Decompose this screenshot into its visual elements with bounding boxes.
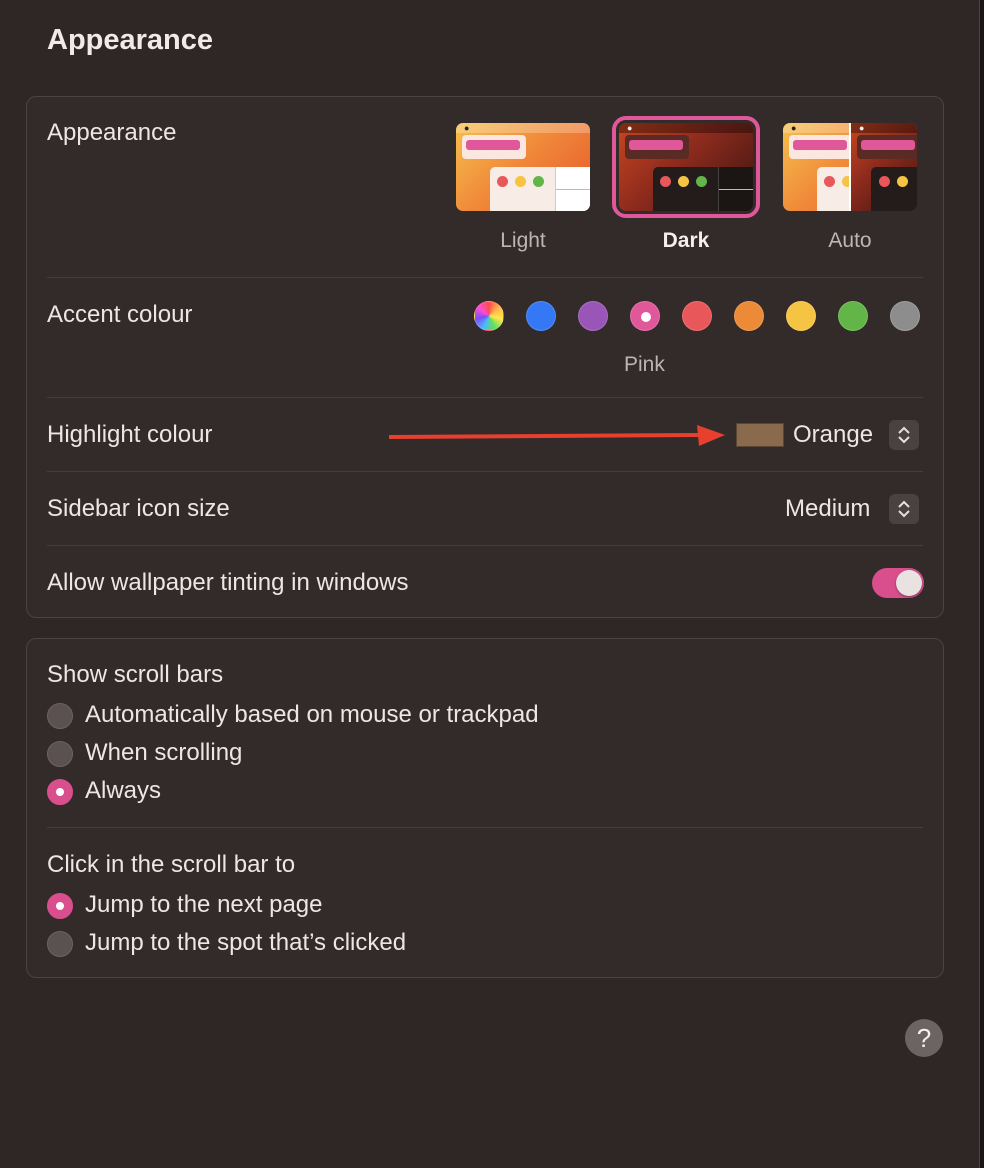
radio-label: Always [85,777,162,804]
accent-orange-swatch[interactable] [734,301,764,331]
accent-graphite-swatch[interactable] [890,301,920,331]
accent-selected-caption: Pink [624,353,665,376]
radio-label: When scrolling [85,739,243,766]
show-scroll-bars-label: Show scroll bars [47,661,224,688]
divider [47,471,923,472]
appearance-option-light[interactable]: ● Light [453,117,593,253]
radio-label: Automatically based on mouse or trackpad [85,701,539,728]
page-title: Appearance [47,24,214,56]
radio-button[interactable] [47,703,73,729]
scroll-settings-group: Show scroll bars Automatically based on … [26,638,944,978]
sidebar-icon-size-label: Sidebar icon size [47,495,230,522]
divider [47,827,923,828]
annotation-arrow [389,425,725,446]
help-button[interactable]: ? [905,1019,943,1057]
chevron-up-down-icon [898,500,910,518]
radio-button[interactable] [47,779,73,805]
accent-blue-swatch[interactable] [526,301,556,331]
accent-yellow-swatch[interactable] [786,301,816,331]
appearance-settings-group: Appearance ● Light ● Dark ● ● Auto Accen… [26,96,944,618]
toggle-knob [896,570,922,596]
window-edge [980,0,984,1168]
highlight-colour-chip [736,423,784,447]
appearance-option-dark[interactable]: ● Dark [612,116,760,253]
divider [47,545,923,546]
light-mode-preview: ● [456,123,590,211]
chevron-up-down-icon [898,426,910,444]
window-edge-line [979,0,980,1168]
accent-red-swatch[interactable] [682,301,712,331]
wallpaper-tinting-label: Allow wallpaper tinting in windows [47,569,409,596]
radio-button[interactable] [47,741,73,767]
wallpaper-tinting-toggle[interactable] [872,568,924,598]
accent-green-swatch[interactable] [838,301,868,331]
divider [47,277,923,278]
appearance-option-label: Dark [662,229,710,252]
divider [47,397,923,398]
accent-multicolour-swatch[interactable] [474,301,504,331]
highlight-colour-label: Highlight colour [47,421,213,448]
sidebar-icon-size-value[interactable]: Medium [785,495,870,523]
dark-mode-preview: ● [612,116,760,218]
accent-purple-swatch[interactable] [578,301,608,331]
appearance-option-label: Light [500,229,546,252]
accent-colour-label: Accent colour [47,301,193,328]
appearance-option-label: Auto [828,229,872,252]
radio-button[interactable] [47,931,73,957]
sidebar-icon-size-stepper[interactable] [889,494,919,524]
highlight-colour-value[interactable]: Orange [793,421,873,449]
highlight-colour-stepper[interactable] [889,420,919,450]
radio-label: Jump to the spot that’s clicked [85,929,407,956]
radio-button[interactable] [47,893,73,919]
appearance-option-auto[interactable]: ● ● Auto [780,117,920,253]
appearance-row-label: Appearance [47,119,177,146]
radio-label: Jump to the next page [85,891,323,918]
click-scroll-bar-label: Click in the scroll bar to [47,851,296,878]
accent-pink-swatch[interactable] [630,301,660,331]
auto-mode-preview: ● ● [783,123,917,211]
